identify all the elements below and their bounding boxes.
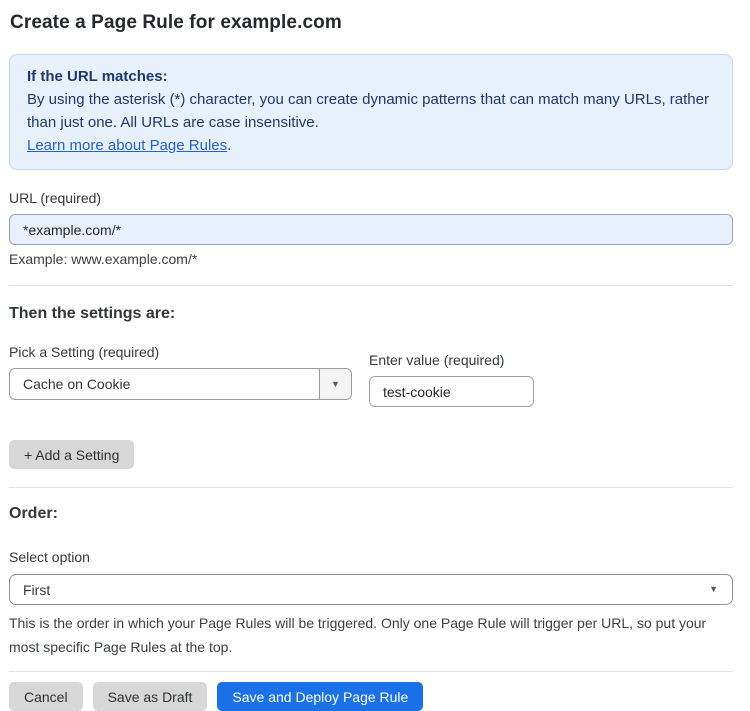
pick-setting-column: Pick a Setting (required) Cache on Cooki…: [9, 344, 352, 400]
add-setting-button[interactable]: + Add a Setting: [9, 440, 135, 469]
divider: [9, 671, 733, 672]
settings-section-heading: Then the settings are:: [9, 305, 176, 322]
info-box-body: By using the asterisk (*) character, you…: [27, 91, 709, 131]
save-and-deploy-button[interactable]: Save and Deploy Page Rule: [217, 682, 424, 711]
order-select[interactable]: First ▼: [9, 574, 733, 605]
chevron-down-icon: ▼: [709, 584, 718, 594]
enter-value-label: Enter value (required): [369, 352, 505, 368]
setting-select-arrow-button[interactable]: ▼: [319, 369, 351, 399]
chevron-down-icon: ▼: [331, 378, 340, 389]
setting-value-input[interactable]: [369, 376, 534, 407]
save-as-draft-button[interactable]: Save as Draft: [92, 682, 208, 711]
page-title: Create a Page Rule for example.com: [10, 12, 342, 33]
setting-select-value: Cache on Cookie: [23, 376, 131, 392]
divider: [9, 285, 733, 286]
url-match-info-box: If the URL matches: By using the asteris…: [9, 54, 733, 170]
order-select-value: First: [23, 581, 51, 598]
enter-value-column: Enter value (required): [369, 352, 534, 407]
link-suffix: .: [227, 137, 232, 154]
info-box-heading: If the URL matches:: [27, 68, 168, 85]
learn-more-link[interactable]: Learn more about Page Rules: [27, 137, 227, 154]
divider: [9, 487, 733, 488]
setting-select[interactable]: Cache on Cookie ▼: [9, 368, 352, 400]
create-page-rule-form: Create a Page Rule for example.com If th…: [0, 0, 750, 711]
info-box-link-line: Learn more about Page Rules.: [27, 134, 715, 157]
setting-row: Pick a Setting (required) Cache on Cooki…: [9, 344, 733, 407]
cancel-button[interactable]: Cancel: [9, 682, 83, 711]
url-field-label: URL (required): [9, 190, 102, 206]
url-example-text: Example: www.example.com/*: [9, 251, 198, 267]
order-help-text: This is the order in which your Page Rul…: [9, 615, 707, 655]
url-input[interactable]: [9, 214, 733, 245]
action-button-row: Cancel Save as Draft Save and Deploy Pag…: [9, 682, 733, 711]
order-select-label: Select option: [9, 549, 90, 565]
order-section-heading: Order:: [9, 505, 58, 522]
pick-setting-label: Pick a Setting (required): [9, 344, 160, 360]
